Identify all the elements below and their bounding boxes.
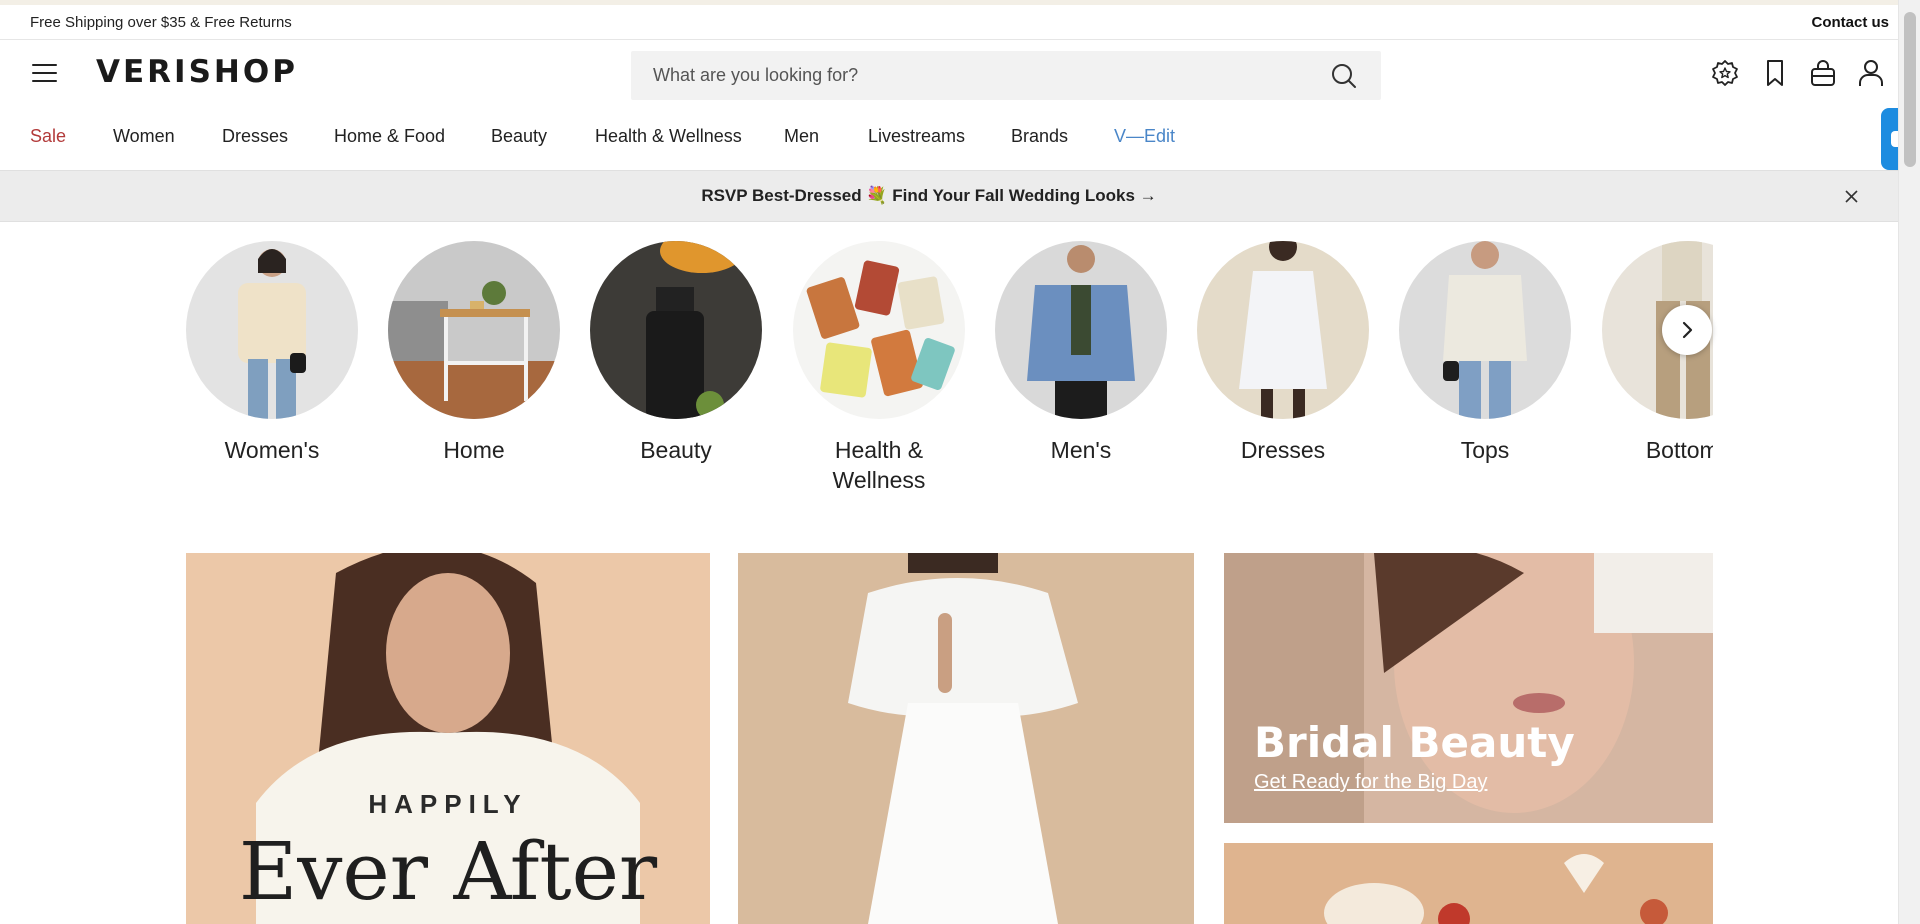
scrollbar-thumb[interactable] xyxy=(1904,12,1916,167)
nav-item-men[interactable]: Men xyxy=(784,126,819,147)
category-label: Bottoms xyxy=(1645,437,1713,463)
category-mens[interactable]: Men's xyxy=(995,241,1167,465)
category-dresses[interactable]: Dresses xyxy=(1197,241,1369,465)
contact-us-link[interactable]: Contact us xyxy=(1811,14,1889,31)
hero-bridal-beauty[interactable]: Bridal Beauty Get Ready for the Big Day xyxy=(1224,553,1713,823)
nav-item-health-wellness[interactable]: Health & Wellness xyxy=(595,126,742,147)
bookmark-icon[interactable] xyxy=(1760,58,1790,88)
category-label: Health & Wellness xyxy=(832,437,926,493)
hero-wedding-dress[interactable] xyxy=(738,553,1194,924)
main-nav: Sale Women Dresses Home & Food Beauty He… xyxy=(0,110,1898,170)
category-home-image xyxy=(388,241,560,419)
category-label: Home xyxy=(443,437,505,463)
hero-bridal-link[interactable]: Get Ready for the Big Day xyxy=(1254,771,1487,794)
menu-icon[interactable] xyxy=(32,64,57,84)
rewards-icon[interactable] xyxy=(1710,58,1740,88)
category-tops-image xyxy=(1399,241,1571,419)
category-label: Dresses xyxy=(1240,437,1326,463)
site-logo[interactable]: VERISHOP xyxy=(96,54,298,90)
hero-ever-after-text: Ever After xyxy=(238,825,658,918)
close-icon[interactable] xyxy=(1844,189,1859,204)
site-header: VERISHOP xyxy=(0,40,1898,110)
search-input[interactable] xyxy=(653,51,1293,100)
hero-happily-ever-after[interactable]: HAPPILY Ever After xyxy=(186,553,710,924)
nav-item-brands[interactable]: Brands xyxy=(1011,126,1068,147)
category-label: Tops xyxy=(1460,437,1510,463)
category-tops[interactable]: Tops xyxy=(1399,241,1571,465)
utility-bar: Free Shipping over $35 & Free Returns Co… xyxy=(0,5,1898,40)
nav-item-v-edit[interactable]: V—Edit xyxy=(1114,126,1175,147)
category-label: Beauty xyxy=(640,437,712,463)
category-home[interactable]: Home xyxy=(388,241,560,465)
page-scrollbar[interactable] xyxy=(1898,0,1920,924)
shipping-notice: Free Shipping over $35 & Free Returns xyxy=(30,14,292,31)
bag-icon[interactable] xyxy=(1808,58,1838,88)
category-health-wellness[interactable]: Health & Wellness xyxy=(793,241,965,495)
nav-item-sale[interactable]: Sale xyxy=(30,126,66,147)
category-label: Women's xyxy=(224,437,320,463)
nav-item-beauty[interactable]: Beauty xyxy=(491,126,547,147)
search-bar xyxy=(631,51,1381,100)
category-beauty-image xyxy=(590,241,762,419)
category-health-wellness-image xyxy=(793,241,965,419)
nav-item-women[interactable]: Women xyxy=(113,126,175,147)
category-beauty[interactable]: Beauty xyxy=(590,241,762,465)
category-dresses-image xyxy=(1197,241,1369,419)
category-womens[interactable]: Women's xyxy=(186,241,358,465)
chevron-right-icon xyxy=(1682,321,1693,339)
hero-tablescape-image xyxy=(1224,843,1713,924)
hero-tablescape[interactable] xyxy=(1224,843,1713,924)
category-label: Men's xyxy=(1050,437,1112,463)
promo-banner: RSVP Best-Dressed 💐 Find Your Fall Weddi… xyxy=(0,170,1898,222)
nav-item-dresses[interactable]: Dresses xyxy=(222,126,288,147)
account-icon[interactable] xyxy=(1856,58,1886,88)
category-womens-image xyxy=(186,241,358,419)
category-carousel: Women's Home Beauty Health & Wellness Me… xyxy=(186,241,1713,501)
carousel-next-button[interactable] xyxy=(1662,305,1712,355)
hero-bridal-title: Bridal Beauty xyxy=(1254,718,1575,767)
hero-wedding-dress-image xyxy=(738,553,1194,924)
nav-item-home-food[interactable]: Home & Food xyxy=(334,126,445,147)
category-mens-image xyxy=(995,241,1167,419)
search-icon[interactable] xyxy=(1331,63,1357,89)
hero-happily-text: HAPPILY xyxy=(368,789,528,819)
promo-link[interactable]: RSVP Best-Dressed 💐 Find Your Fall Weddi… xyxy=(0,186,1858,206)
header-icons xyxy=(1698,58,1898,92)
nav-item-livestreams[interactable]: Livestreams xyxy=(868,126,965,147)
